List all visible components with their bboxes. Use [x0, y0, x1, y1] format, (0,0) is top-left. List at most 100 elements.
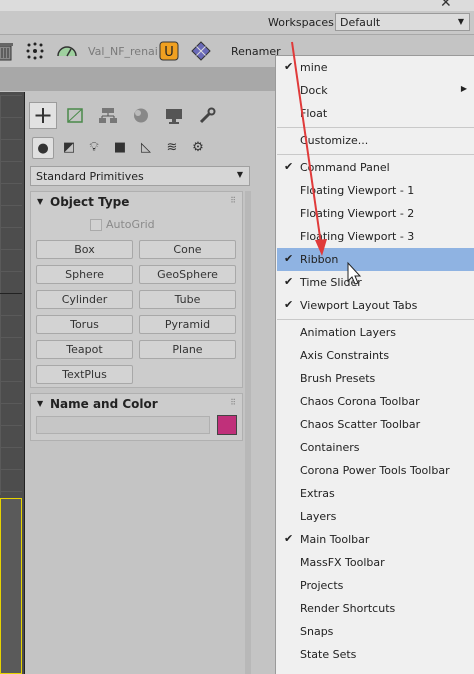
category-dropdown[interactable]: Standard Primitives ▼ [30, 166, 250, 186]
trash-icon[interactable] [0, 40, 16, 62]
menu-item-dock[interactable]: Dock ▶ [277, 79, 474, 102]
workspaces-label: Workspaces: [268, 16, 338, 29]
tab-create[interactable] [29, 102, 57, 129]
grip-icon[interactable]: ⠿ [230, 398, 236, 407]
chevron-down-icon: ▼ [457, 17, 464, 26]
autogrid-label: AutoGrid [106, 218, 155, 231]
workspaces-value: Default [340, 16, 381, 29]
menu-separator [277, 154, 474, 155]
tab-modify[interactable] [61, 102, 89, 129]
command-panel-scrollbar[interactable] [245, 191, 251, 674]
spacewarps-icon[interactable]: ≋ [161, 137, 183, 159]
object-color-swatch[interactable] [217, 415, 237, 435]
menu-item-mine[interactable]: ✔ mine [277, 56, 474, 79]
window-top-strip [0, 0, 474, 11]
particle-icon[interactable] [24, 40, 46, 62]
active-viewport[interactable] [0, 498, 22, 674]
menu-item-chaos-scatter-toolbar[interactable]: Chaos Scatter Toolbar [277, 413, 474, 436]
checkmark-icon: ✔ [284, 275, 294, 288]
menu-item-floating-viewport-3[interactable]: Floating Viewport - 3 [277, 225, 474, 248]
menu-item-floating-viewport-2[interactable]: Floating Viewport - 2 [277, 202, 474, 225]
systems-icon[interactable]: ⚙︎ [187, 137, 209, 159]
menu-item-float[interactable]: Float [277, 102, 474, 125]
menu-item-snaps[interactable]: Snaps [277, 620, 474, 643]
lights-icon[interactable]: 💡︎ [83, 137, 105, 159]
menu-item-animation-layers[interactable]: Animation Layers [277, 321, 474, 344]
grid-diamond-icon[interactable] [190, 40, 212, 62]
object-name-field[interactable] [36, 416, 210, 434]
menu-item-ribbon[interactable]: ✔ Ribbon [277, 248, 474, 271]
tab-motion[interactable] [127, 102, 155, 129]
menu-item-main-toolbar[interactable]: ✔ Main Toolbar [277, 528, 474, 551]
checkmark-icon: ✔ [284, 298, 294, 311]
menu-item-axis-constraints[interactable]: Axis Constraints [277, 344, 474, 367]
helpers-icon[interactable]: ◺ [135, 137, 157, 159]
menu-item-time-slider[interactable]: ✔ Time Slider [277, 271, 474, 294]
collapse-icon[interactable]: ▼ [37, 197, 43, 206]
submenu-arrow-icon: ▶ [460, 84, 467, 93]
torus-button[interactable]: Torus [36, 315, 133, 334]
textplus-button[interactable]: TextPlus [36, 365, 133, 384]
wrench-icon [199, 107, 216, 124]
checkmark-icon: ✔ [284, 60, 294, 73]
menu-item-containers[interactable]: Containers [277, 436, 474, 459]
toolbar-context-menu: ✔ mine Dock ▶ Float Customize... ✔ Command … [275, 55, 474, 674]
plus-icon [35, 108, 51, 123]
menu-item-command-panel[interactable]: ✔ Command Panel [277, 156, 474, 179]
grip-icon[interactable]: ⠿ [230, 196, 236, 205]
checkmark-icon: ✔ [284, 160, 294, 173]
menu-item-render-shortcuts[interactable]: Render Shortcuts [277, 597, 474, 620]
tab-utilities[interactable] [193, 102, 221, 129]
teapot-button[interactable]: Teapot [36, 340, 133, 359]
menu-item-layers[interactable]: Layers [277, 505, 474, 528]
checkmark-icon: ✔ [284, 252, 294, 265]
category-value: Standard Primitives [36, 170, 144, 183]
hierarchy-icon [99, 108, 117, 123]
cone-button[interactable]: Cone [139, 240, 236, 259]
checkmark-icon: ✔ [284, 532, 294, 545]
menu-item-brush-presets[interactable]: Brush Presets [277, 367, 474, 390]
name-color-rollout: ▼ Name and Color ⠿ [30, 393, 243, 441]
box-button[interactable]: Box [36, 240, 133, 259]
plane-button[interactable]: Plane [139, 340, 236, 359]
menu-item-projects[interactable]: Projects [277, 574, 474, 597]
rollout-title: Object Type [50, 195, 130, 209]
menu-item-viewport-layout-tabs[interactable]: ✔ Viewport Layout Tabs [277, 294, 474, 317]
viewport-grid [0, 95, 22, 495]
menu-item-corona-power-tools[interactable]: Corona Power Tools Toolbar [277, 459, 474, 482]
autogrid-checkbox[interactable] [90, 219, 102, 231]
layer-name-field[interactable]: Val_NF_renai [88, 45, 158, 58]
chevron-down-icon: ▼ [236, 170, 243, 179]
menu-item-extras[interactable]: Extras [277, 482, 474, 505]
sphere-button[interactable]: Sphere [36, 265, 133, 284]
menu-item-chaos-corona-toolbar[interactable]: Chaos Corona Toolbar [277, 390, 474, 413]
tube-button[interactable]: Tube [139, 290, 236, 309]
motion-icon [134, 108, 148, 123]
renamer-button[interactable]: Renamer [231, 45, 281, 58]
workspaces-dropdown[interactable]: Default ▼ [335, 13, 470, 31]
modify-icon [67, 108, 83, 123]
gauge-icon[interactable] [56, 40, 78, 62]
menu-item-state-sets[interactable]: State Sets [277, 643, 474, 666]
geosphere-button[interactable]: GeoSphere [139, 265, 236, 284]
monitor-icon [166, 109, 182, 124]
object-type-rollout: ▼ Object Type ⠿ AutoGrid Box Cone Sphere… [30, 191, 243, 388]
camera-icon[interactable]: ■ [109, 137, 131, 159]
svg-text:U: U [164, 45, 174, 60]
menu-item-massfx-toolbar[interactable]: MassFX Toolbar [277, 551, 474, 574]
collapse-icon[interactable]: ▼ [37, 399, 43, 408]
menu-item-customize[interactable]: Customize... [277, 129, 474, 152]
pyramid-button[interactable]: Pyramid [139, 315, 236, 334]
tab-hierarchy[interactable] [94, 102, 122, 129]
cylinder-button[interactable]: Cylinder [36, 290, 133, 309]
u-plugin-icon[interactable]: U [158, 40, 180, 62]
create-subtabs: ● ◩ 💡︎ ■ ◺ ≋ ⚙︎ [29, 135, 274, 161]
tab-display[interactable] [160, 102, 188, 129]
close-icon[interactable]: ✕ [440, 0, 452, 11]
menu-separator [277, 127, 474, 128]
geometry-icon[interactable]: ● [32, 137, 54, 159]
menu-item-floating-viewport-1[interactable]: Floating Viewport - 1 [277, 179, 474, 202]
rollout-title: Name and Color [50, 397, 158, 411]
command-panel-tabs [29, 102, 274, 129]
shapes-icon[interactable]: ◩ [58, 137, 80, 159]
